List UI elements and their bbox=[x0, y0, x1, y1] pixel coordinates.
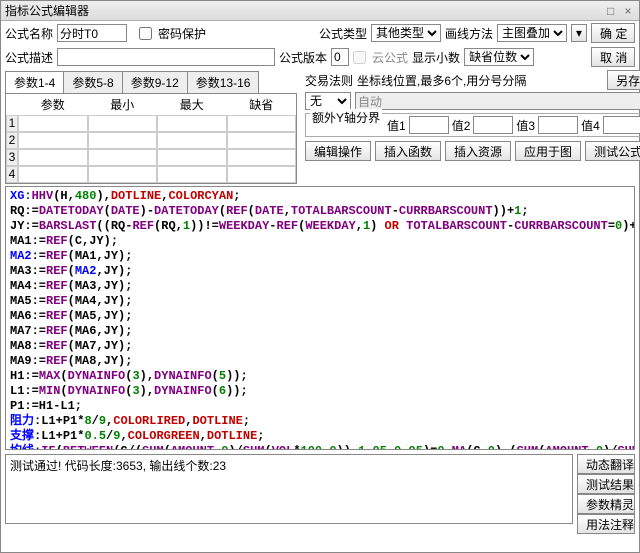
name-label: 公式名称 bbox=[5, 25, 53, 42]
param-wizard-button[interactable]: 参数精灵 bbox=[577, 494, 635, 514]
saveas-button[interactable]: 另存为 bbox=[607, 70, 640, 90]
password-label: 密码保护 bbox=[158, 25, 206, 42]
ver-input[interactable] bbox=[331, 48, 349, 66]
line-more-button[interactable]: ▾ bbox=[571, 24, 587, 42]
hdr-max: 最大 bbox=[157, 94, 227, 115]
hdr-param: 参数 bbox=[18, 94, 88, 115]
val3-input[interactable] bbox=[538, 116, 578, 134]
apply-button[interactable]: 应用于图 bbox=[515, 141, 581, 161]
cloud-label: 云公式 bbox=[372, 49, 408, 66]
translate-button[interactable]: 动态翻译 bbox=[577, 454, 635, 474]
tab-params-5-8[interactable]: 参数5-8 bbox=[63, 71, 122, 93]
tab-params-9-12[interactable]: 参数9-12 bbox=[122, 71, 188, 93]
status-bar: 测试通过! 代码长度:3653, 输出线个数:23 bbox=[5, 454, 573, 524]
extra-y-legend: 额外Y轴分界 bbox=[310, 109, 382, 126]
extra-y-fieldset: 额外Y轴分界 值1 值2 值3 值4 bbox=[305, 113, 640, 137]
ok-button[interactable]: 确 定 bbox=[591, 23, 635, 43]
name-input[interactable] bbox=[57, 24, 127, 42]
usage-button[interactable]: 用法注释 bbox=[577, 514, 635, 534]
dec-select[interactable]: 缺省位数 bbox=[464, 48, 534, 66]
line-label: 画线方法 bbox=[445, 25, 493, 42]
hdr-min: 最小 bbox=[88, 94, 158, 115]
hdr-def: 缺省 bbox=[227, 94, 297, 115]
tab-params-1-4[interactable]: 参数1-4 bbox=[5, 71, 64, 93]
maximize-icon[interactable]: □ bbox=[604, 1, 618, 21]
line-select[interactable]: 主图叠加 bbox=[497, 24, 567, 42]
type-label: 公式类型 bbox=[319, 25, 367, 42]
val1-input[interactable] bbox=[409, 116, 449, 134]
window-controls: □ × bbox=[604, 1, 635, 20]
insert-fn-button[interactable]: 插入函数 bbox=[375, 141, 441, 161]
test-result-button[interactable]: 测试结果 bbox=[577, 474, 635, 494]
val2-input[interactable] bbox=[473, 116, 513, 134]
desc-label: 公式描述 bbox=[5, 49, 53, 66]
val4-input[interactable] bbox=[603, 116, 640, 134]
trade-label: 交易法则 bbox=[305, 72, 353, 89]
edit-button[interactable]: 编辑操作 bbox=[305, 141, 371, 161]
window-title: 指标公式编辑器 bbox=[5, 1, 89, 20]
code-editor[interactable]: XG:HHV(H,480),DOTLINE,COLORCYAN;RQ:=DATE… bbox=[5, 186, 635, 450]
trade-select[interactable]: 无 bbox=[305, 92, 351, 110]
dec-label: 显示小数 bbox=[412, 49, 460, 66]
desc-input[interactable] bbox=[57, 48, 275, 66]
test-button[interactable]: 测试公式 bbox=[585, 141, 640, 161]
ver-label: 公式版本 bbox=[279, 49, 327, 66]
tab-params-13-16[interactable]: 参数13-16 bbox=[187, 71, 260, 93]
cancel-button[interactable]: 取 消 bbox=[591, 47, 635, 67]
param-cell[interactable] bbox=[18, 115, 88, 132]
titlebar: 指标公式编辑器 □ × bbox=[1, 1, 639, 21]
coord-input[interactable] bbox=[355, 92, 640, 110]
param-tabs: 参数1-4 参数5-8 参数9-12 参数13-16 bbox=[5, 71, 301, 93]
coord-label: 坐标线位置,最多6个,用分号分隔 bbox=[357, 72, 603, 89]
insert-res-button[interactable]: 插入资源 bbox=[445, 141, 511, 161]
type-select[interactable]: 其他类型 bbox=[371, 24, 441, 42]
close-icon[interactable]: × bbox=[621, 1, 635, 21]
password-checkbox[interactable] bbox=[139, 27, 152, 40]
params-panel: 参数 最小 最大 缺省 1 2 3 4 bbox=[5, 93, 297, 184]
cloud-checkbox bbox=[353, 51, 366, 64]
